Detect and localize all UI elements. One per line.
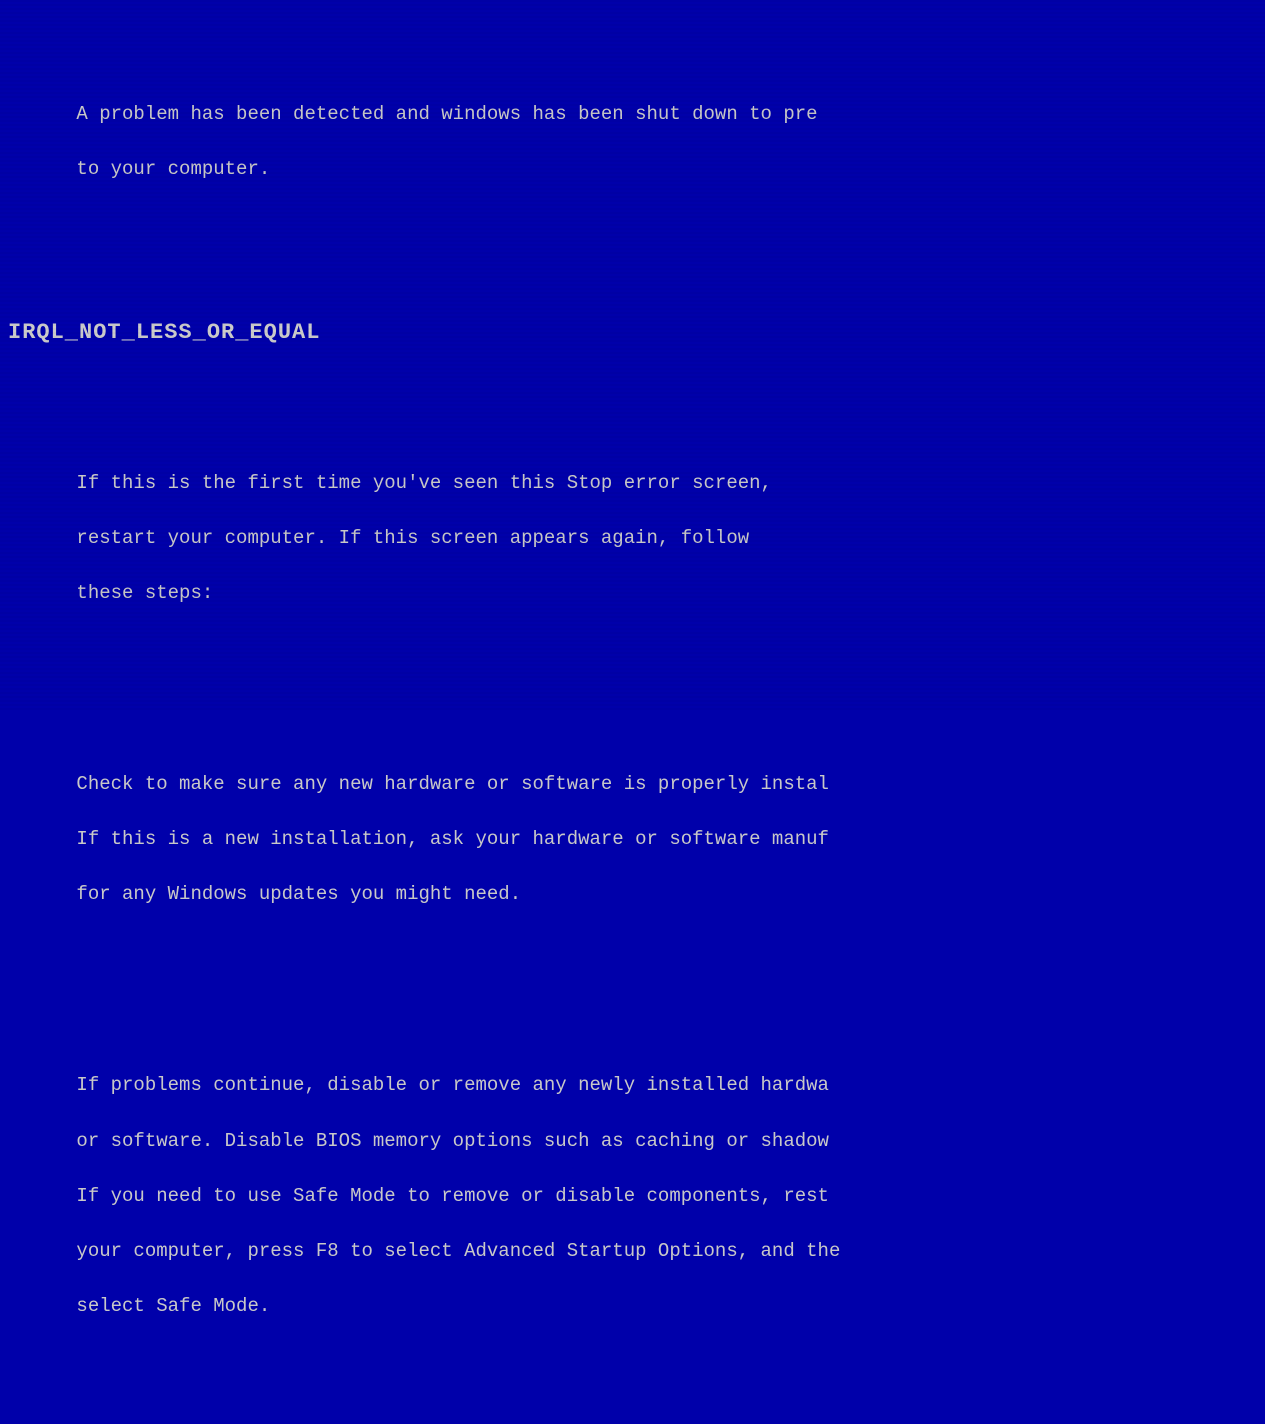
p3-line4: your computer, press F8 to select Advanc… <box>76 1240 840 1262</box>
p3-line5: select Safe Mode. <box>76 1295 270 1317</box>
p3-line3: If you need to use Safe Mode to remove o… <box>76 1185 829 1207</box>
p1-line1: If this is the first time you've seen th… <box>76 472 772 494</box>
p3-line1: If problems continue, disable or remove … <box>76 1074 829 1096</box>
p2-line3: for any Windows updates you might need. <box>76 883 521 905</box>
paragraph1: If this is the first time you've seen th… <box>8 442 1257 635</box>
paragraph3: If problems continue, disable or remove … <box>8 1045 1257 1348</box>
p1-line2: restart your computer. If this screen ap… <box>76 527 749 549</box>
p2-line1: Check to make sure any new hardware or s… <box>76 773 829 795</box>
intro-line2: to your computer. <box>76 158 270 180</box>
paragraph2: Check to make sure any new hardware or s… <box>8 743 1257 936</box>
intro-line1: A problem has been detected and windows … <box>76 103 817 125</box>
p3-line2: or software. Disable BIOS memory options… <box>76 1130 829 1152</box>
stop-code: IRQL_NOT_LESS_OR_EQUAL <box>8 317 1257 349</box>
p1-line3: these steps: <box>76 582 213 604</box>
bsod-content: A problem has been detected and windows … <box>8 18 1257 1424</box>
bsod-screen: A problem has been detected and windows … <box>0 0 1265 712</box>
intro-section: A problem has been detected and windows … <box>8 73 1257 211</box>
p2-line2: If this is a new installation, ask your … <box>76 828 829 850</box>
